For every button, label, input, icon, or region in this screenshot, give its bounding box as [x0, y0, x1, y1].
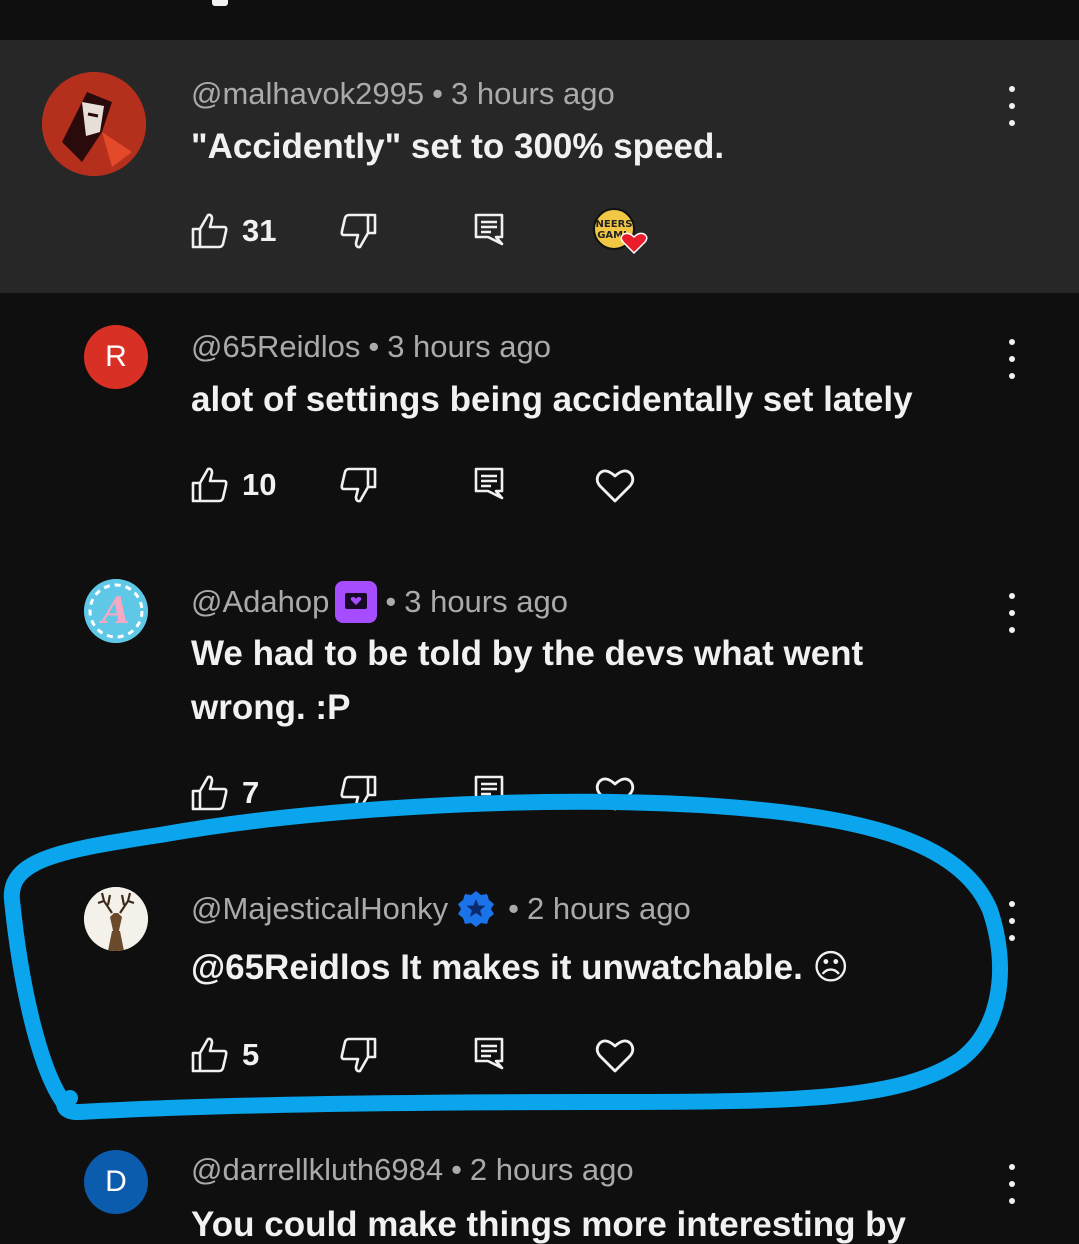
svg-text:A: A — [99, 590, 130, 632]
thumbs-down-icon — [340, 213, 377, 249]
heart-icon — [595, 777, 635, 811]
thumbs-down-icon — [340, 1037, 377, 1073]
like-count: 5 — [242, 1037, 260, 1072]
dislike-button[interactable] — [338, 211, 378, 251]
like-button[interactable]: 31 — [190, 211, 276, 251]
comment-author[interactable]: @65Reidlos — [191, 329, 360, 365]
comment-author[interactable]: @MajesticalHonky — [191, 891, 448, 927]
thumbs-up-icon — [191, 775, 228, 811]
dislike-button[interactable] — [338, 465, 378, 505]
more-options-icon[interactable] — [1000, 901, 1024, 941]
comment-time[interactable]: 2 hours ago — [527, 891, 691, 927]
comment-meta: @65Reidlos • 3 hours ago — [191, 329, 551, 365]
verified-badge-icon — [456, 889, 496, 929]
heart-button[interactable] — [594, 773, 636, 813]
avatar-image-icon: A — [84, 579, 148, 643]
thumbs-up-icon — [191, 213, 228, 249]
avatar[interactable]: A — [84, 579, 148, 643]
like-button[interactable]: 10 — [190, 465, 276, 505]
heart-button[interactable] — [594, 1035, 636, 1075]
avatar[interactable] — [84, 887, 148, 951]
heart-icon — [595, 1039, 635, 1073]
comment-time[interactable]: 3 hours ago — [404, 584, 568, 620]
reply-icon — [474, 775, 504, 808]
creator-avatar-heart-icon: NEERS GAMI — [593, 208, 648, 255]
comment-meta: @Adahop • 3 hours ago — [191, 581, 568, 623]
like-count: 7 — [242, 775, 260, 810]
top-strip — [0, 0, 1079, 40]
avatar[interactable]: R — [84, 325, 148, 389]
thumbs-down-icon — [340, 775, 377, 811]
reply-button[interactable] — [472, 465, 508, 501]
comment-meta: @malhavok2995 • 3 hours ago — [191, 76, 615, 112]
more-options-icon[interactable] — [1000, 339, 1024, 379]
comment-text: alot of settings being accidentally set … — [191, 380, 913, 419]
svg-text:NEERS: NEERS — [596, 219, 633, 230]
separator: • — [368, 329, 380, 364]
separator: • — [432, 76, 443, 111]
reply-icon — [474, 1037, 504, 1070]
separator: • — [508, 891, 520, 926]
thumbs-up-icon — [191, 467, 228, 503]
like-count: 31 — [242, 213, 277, 248]
comment-time[interactable]: 3 hours ago — [387, 329, 551, 365]
comment-author[interactable]: @Adahop — [191, 584, 329, 620]
avatar-letter: R — [105, 340, 127, 373]
comment-text: We had to be told by the devs what went … — [191, 634, 864, 727]
deer-avatar-icon — [84, 887, 148, 951]
dislike-button[interactable] — [338, 1035, 378, 1075]
comment-highlighted: @malhavok2995 • 3 hours ago "Accidently"… — [0, 40, 1079, 293]
comment-author[interactable]: @malhavok2995 — [191, 76, 424, 112]
more-options-icon[interactable] — [1000, 1164, 1024, 1204]
separator: • — [385, 584, 397, 619]
heart-icon — [595, 469, 635, 503]
reply-button[interactable] — [472, 211, 508, 247]
avatar-letter: D — [105, 1165, 127, 1198]
comment-time[interactable]: 3 hours ago — [451, 76, 615, 112]
comment: R @65Reidlos • 3 hours ago alot of setti… — [0, 293, 1079, 547]
creator-heart[interactable]: NEERS GAMI — [592, 207, 650, 257]
comment-meta: @MajesticalHonky • 2 hours ago — [191, 889, 691, 929]
comment-author[interactable]: @darrellkluth6984 — [191, 1152, 443, 1188]
comment-text: "Accidently" set to 300% speed. — [191, 127, 725, 166]
comment-time[interactable]: 2 hours ago — [470, 1152, 634, 1188]
comment-meta: @darrellkluth6984 • 2 hours ago — [191, 1152, 634, 1188]
reply-button[interactable] — [472, 773, 508, 809]
cut-off-title-glyph — [212, 0, 228, 6]
reply-icon — [474, 467, 504, 500]
separator: • — [451, 1152, 462, 1187]
comment-text: @65Reidlos It makes it unwatchable. ☹ — [191, 948, 850, 987]
comment-text: You could make things more interesting b… — [191, 1205, 907, 1244]
avatar[interactable] — [42, 72, 146, 176]
more-options-icon[interactable] — [1000, 86, 1024, 126]
reply-icon — [474, 213, 504, 246]
like-button[interactable]: 7 — [190, 773, 259, 813]
more-options-icon[interactable] — [1000, 593, 1024, 633]
heart-button[interactable] — [594, 465, 636, 505]
thumbs-up-icon — [191, 1037, 228, 1073]
thumbs-down-icon — [340, 467, 377, 503]
comment: @MajesticalHonky • 2 hours ago @65Reidlo… — [0, 855, 1079, 1125]
avatar-image-icon — [42, 72, 146, 176]
avatar[interactable]: D — [84, 1150, 148, 1214]
member-badge-icon — [335, 581, 378, 623]
like-button[interactable]: 5 — [190, 1035, 259, 1075]
dislike-button[interactable] — [338, 773, 378, 813]
comment: D @darrellkluth6984 • 2 hours ago You co… — [0, 1118, 1079, 1244]
comment: A @Adahop • 3 hours ago We had to be tol… — [0, 547, 1079, 830]
reply-button[interactable] — [472, 1035, 508, 1071]
like-count: 10 — [242, 467, 277, 502]
